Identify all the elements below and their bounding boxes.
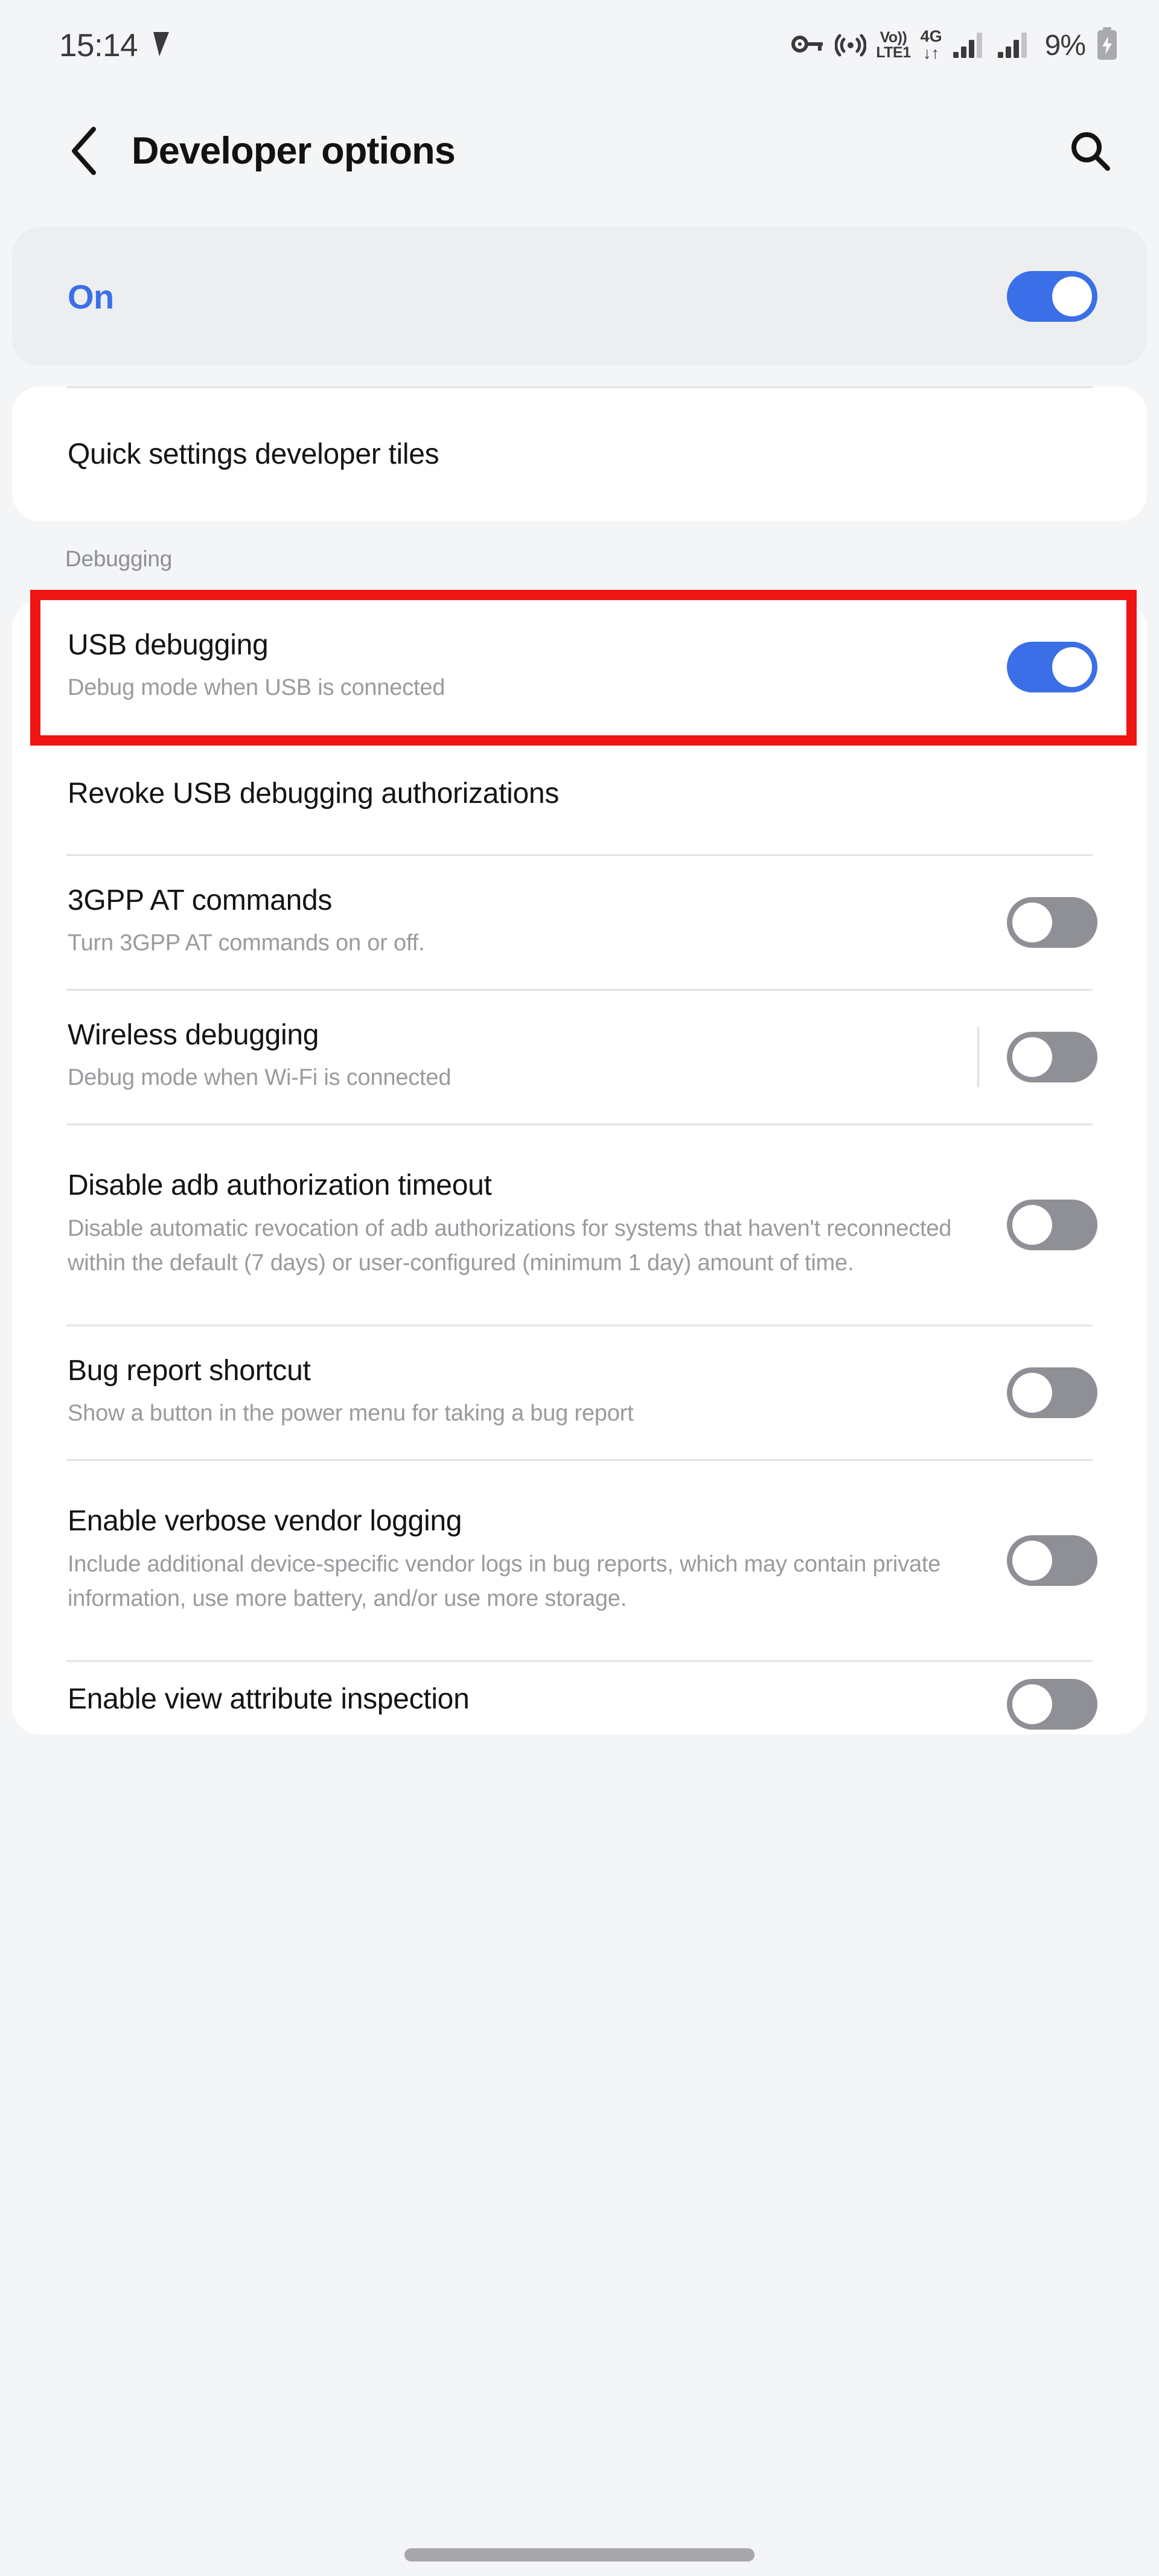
signal-bars-icon xyxy=(952,30,987,61)
toggle-knob xyxy=(1052,647,1092,687)
row-text: Quick settings developer tiles xyxy=(68,438,1097,472)
volte-indicator: Vo)) LTE1 xyxy=(876,28,911,61)
vertical-separator xyxy=(977,1027,979,1087)
bug-report-shortcut-toggle[interactable] xyxy=(1007,1367,1097,1418)
battery-percent-label: 9% xyxy=(1044,29,1086,62)
row-text: Enable verbose vendor logging Include ad… xyxy=(68,1504,1007,1617)
row-subtitle: Debug mode when USB is connected xyxy=(68,675,445,701)
app-bar: Developer options xyxy=(0,91,1159,211)
back-button[interactable] xyxy=(56,122,113,180)
master-switch-label: On xyxy=(68,277,114,316)
row-title: Enable verbose vendor logging xyxy=(68,1504,462,1537)
row-subtitle: Disable automatic revocation of adb auth… xyxy=(68,1215,952,1276)
row-text: Disable adb authorization timeout Disabl… xyxy=(68,1169,1007,1281)
toggle-knob xyxy=(1052,276,1092,316)
status-bar-left: 15:14 xyxy=(59,27,171,64)
developer-options-master-switch-row[interactable]: On xyxy=(12,227,1147,366)
disable-adb-authorization-timeout-toggle[interactable] xyxy=(1007,1200,1097,1250)
page-title: Developer options xyxy=(132,130,456,172)
vpn-key-icon xyxy=(791,31,825,60)
toggle-knob xyxy=(1012,1541,1052,1580)
row-usb-debugging[interactable]: USB debugging Debug mode when USB is con… xyxy=(12,601,1147,733)
row-quick-settings-developer-tiles[interactable]: Quick settings developer tiles xyxy=(12,388,1147,521)
3gpp-at-commands-toggle[interactable] xyxy=(1007,897,1097,948)
row-title: Bug report shortcut xyxy=(68,1354,311,1387)
row-title: Wireless debugging xyxy=(68,1018,319,1051)
usb-debugging-highlight-wrapper: USB debugging Debug mode when USB is con… xyxy=(0,590,1159,746)
row-title: Disable adb authorization timeout xyxy=(68,1169,492,1201)
toggle-knob xyxy=(1012,1684,1052,1724)
row-bug-report-shortcut[interactable]: Bug report shortcut Show a button in the… xyxy=(12,1326,1147,1459)
section-label-debugging: Debugging xyxy=(65,546,173,571)
debugging-card-bottom: Revoke USB debugging authorizations 3GPP… xyxy=(12,733,1147,1734)
row-title: USB debugging xyxy=(68,628,269,661)
hotspot-icon xyxy=(834,30,867,62)
row-wireless-debugging[interactable]: Wireless debugging Debug mode when Wi-Fi… xyxy=(12,991,1147,1123)
row-text: USB debugging Debug mode when USB is con… xyxy=(68,628,1007,706)
row-revoke-usb-debugging-authorizations[interactable]: Revoke USB debugging authorizations xyxy=(12,733,1147,854)
row-subtitle: Turn 3GPP AT commands on or off. xyxy=(68,930,425,956)
wireless-debugging-toggle[interactable] xyxy=(1007,1032,1097,1082)
row-title: Revoke USB debugging authorizations xyxy=(68,777,560,810)
toggle-knob xyxy=(1012,903,1052,942)
debugging-card-top: USB debugging Debug mode when USB is con… xyxy=(12,601,1147,733)
toggle-knob xyxy=(1012,1037,1052,1077)
developer-options-screen: 15:14 Vo)) LTE1 4G ↓↑ 9% Developer optio… xyxy=(0,0,1159,2576)
row-text: Revoke USB debugging authorizations xyxy=(68,777,1097,811)
quick-settings-card: Quick settings developer tiles xyxy=(12,386,1147,521)
row-text: Enable view attribute inspection xyxy=(68,1683,1007,1717)
toggle-knob xyxy=(1012,1373,1052,1413)
row-enable-view-attribute-inspection[interactable]: Enable view attribute inspection xyxy=(12,1662,1147,1734)
navigation-arrow-icon xyxy=(151,31,171,60)
enable-view-attribute-inspection-toggle[interactable] xyxy=(1007,1679,1097,1730)
back-chevron-icon xyxy=(72,127,96,175)
toggle-knob xyxy=(1012,1205,1052,1245)
status-bar: 15:14 Vo)) LTE1 4G ↓↑ 9% xyxy=(0,0,1159,91)
row-subtitle: Show a button in the power menu for taki… xyxy=(68,1401,634,1427)
usb-debugging-toggle[interactable] xyxy=(1007,642,1097,692)
home-gesture-handle[interactable] xyxy=(404,2548,755,2562)
row-text: Wireless debugging Debug mode when Wi-Fi… xyxy=(68,1018,977,1096)
row-title: Enable view attribute inspection xyxy=(68,1683,470,1715)
row-subtitle: Include additional device-specific vendo… xyxy=(68,1551,941,1612)
row-subtitle: Debug mode when Wi-Fi is connected xyxy=(68,1065,452,1091)
battery-charging-icon xyxy=(1095,27,1119,64)
search-icon xyxy=(1071,132,1110,171)
row-enable-verbose-vendor-logging[interactable]: Enable verbose vendor logging Include ad… xyxy=(12,1461,1147,1660)
master-switch-toggle[interactable] xyxy=(1007,271,1097,322)
row-title: 3GPP AT commands xyxy=(68,884,333,916)
network-type-indicator: 4G ↓↑ xyxy=(920,27,942,62)
row-title: Quick settings developer tiles xyxy=(68,438,439,470)
row-3gpp-at-commands[interactable]: 3GPP AT commands Turn 3GPP AT commands o… xyxy=(12,856,1147,989)
status-bar-right: Vo)) LTE1 4G ↓↑ 9% xyxy=(791,27,1119,64)
enable-verbose-vendor-logging-toggle[interactable] xyxy=(1007,1535,1097,1586)
status-bar-clock: 15:14 xyxy=(59,27,138,63)
row-text: 3GPP AT commands Turn 3GPP AT commands o… xyxy=(68,884,1007,961)
row-text: Bug report shortcut Show a button in the… xyxy=(68,1354,1007,1431)
row-disable-adb-authorization-timeout[interactable]: Disable adb authorization timeout Disabl… xyxy=(12,1125,1147,1325)
signal-bars-icon xyxy=(997,30,1032,61)
search-button[interactable] xyxy=(1061,122,1119,180)
